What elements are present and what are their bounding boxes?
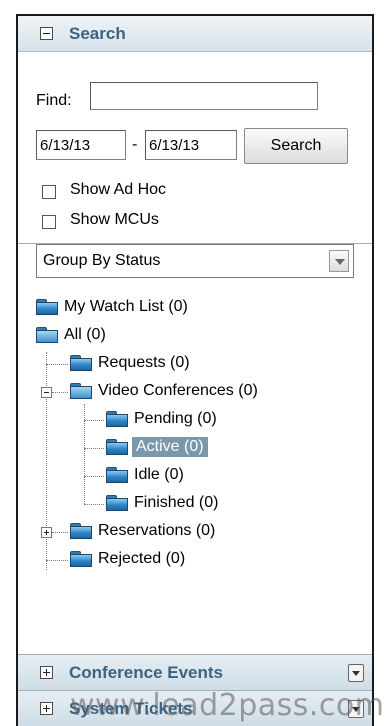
tree-item-label: Video Conferences (0): [98, 382, 258, 399]
tree-line: [46, 364, 68, 365]
date-separator: -: [132, 136, 138, 153]
tree-line: [84, 504, 104, 505]
folder-icon: [70, 355, 92, 371]
folder-icon: [70, 551, 92, 567]
folder-icon: [36, 299, 58, 315]
collapse-icon[interactable]: [41, 387, 52, 398]
conference-events-title: Conference Events: [69, 662, 223, 682]
left-navigation-panel: Search Find: - Search Show Ad Hoc Show M…: [16, 14, 374, 726]
tree-item-label: Active (0): [132, 437, 208, 457]
tree-line: [52, 392, 68, 393]
search-button-label: Search: [270, 137, 322, 154]
group-by-value: Group By Status: [43, 252, 161, 269]
show-adhoc-checkbox[interactable]: [42, 185, 56, 199]
tree-line: [52, 532, 68, 533]
collapse-icon[interactable]: [40, 27, 53, 40]
search-panel-header[interactable]: Search: [18, 16, 372, 52]
tree-item-all[interactable]: All (0): [36, 324, 106, 346]
folder-icon: [106, 495, 128, 511]
date-from-input[interactable]: [36, 130, 126, 160]
tree-line: [84, 404, 85, 504]
show-mcus-checkbox[interactable]: [42, 215, 56, 229]
search-button[interactable]: Search: [244, 128, 348, 164]
tree-item-video-conferences[interactable]: Video Conferences (0): [70, 380, 258, 402]
folder-open-icon: [70, 383, 92, 399]
tree-item-label: My Watch List (0): [64, 298, 188, 315]
tree-item-requests[interactable]: Requests (0): [70, 352, 190, 374]
tree-item-label: Reservations (0): [98, 522, 216, 539]
find-label: Find:: [36, 92, 72, 109]
expand-icon[interactable]: [41, 527, 52, 538]
expand-icon[interactable]: [40, 666, 53, 679]
tree-line: [46, 352, 47, 570]
show-adhoc-label: Show Ad Hoc: [70, 181, 167, 198]
show-mcus-label: Show MCUs: [70, 211, 159, 228]
tree-item-my-watch-list[interactable]: My Watch List (0): [36, 296, 188, 318]
tree-item-label: Finished (0): [134, 494, 219, 511]
tree-item-idle[interactable]: Idle (0): [106, 464, 184, 486]
search-panel-body: Find: - Search Show Ad Hoc Show MCUs: [18, 52, 372, 244]
tree-item-label: Requests (0): [98, 354, 190, 371]
folder-icon: [106, 411, 128, 427]
find-input[interactable]: [90, 82, 318, 110]
expand-icon[interactable]: [40, 702, 53, 715]
tree-item-label: Idle (0): [134, 466, 184, 483]
tree-item-label: Pending (0): [134, 410, 217, 427]
tree-line: [84, 448, 104, 449]
watermark: www.lead2pass.com: [70, 688, 385, 723]
tree-item-finished[interactable]: Finished (0): [106, 492, 218, 514]
panel-menu-icon[interactable]: [348, 664, 364, 682]
tree-line: [84, 420, 104, 421]
date-to-input[interactable]: [145, 130, 237, 160]
dropdown-arrow-icon[interactable]: [329, 250, 349, 272]
tree-item-label: Rejected (0): [98, 550, 186, 567]
tree-item-reservations[interactable]: Reservations (0): [70, 520, 215, 542]
folder-icon: [106, 439, 128, 455]
tree-item-label: All (0): [64, 326, 106, 343]
tree-item-rejected[interactable]: Rejected (0): [70, 548, 185, 570]
tree-item-active[interactable]: Active (0): [106, 436, 208, 458]
tree-line: [84, 476, 104, 477]
group-by-select[interactable]: Group By Status: [36, 244, 354, 278]
tree-item-pending[interactable]: Pending (0): [106, 408, 217, 430]
tree-line: [46, 560, 68, 561]
folder-open-icon: [36, 327, 58, 343]
search-panel-title: Search: [69, 23, 126, 43]
folder-icon: [106, 467, 128, 483]
folder-icon: [70, 523, 92, 539]
conference-events-panel-header[interactable]: Conference Events: [18, 654, 372, 690]
